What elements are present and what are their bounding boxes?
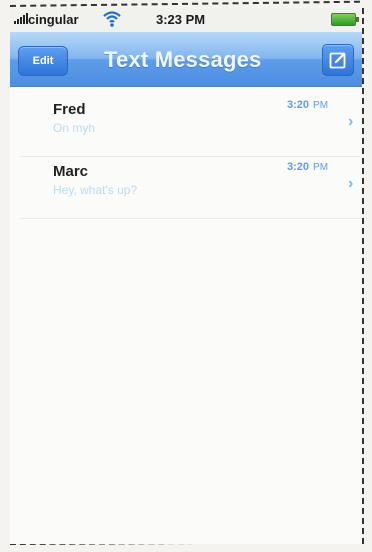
phone-screen: cingular 3:23 PM Edit Text Messages Fred… <box>10 8 362 544</box>
screenshot-border-right <box>362 8 364 544</box>
message-sender: Fred <box>53 101 86 118</box>
message-time: 3:20 PM <box>287 161 328 173</box>
chevron-right-icon: › <box>348 175 354 192</box>
navigation-bar: Edit Text Messages <box>10 32 362 87</box>
message-preview: On myh <box>53 121 96 135</box>
compose-icon <box>329 52 346 69</box>
compose-button[interactable] <box>322 44 354 76</box>
wifi-icon <box>103 11 121 27</box>
status-bar: cingular 3:23 PM <box>10 8 362 32</box>
message-list: Fred On myh 3:20 PM › Marc Hey, what's up… <box>10 87 362 544</box>
message-time-value: 3:20 <box>287 99 310 111</box>
message-sender: Marc <box>53 163 89 180</box>
message-row[interactable]: Marc Hey, what's up? 3:20 PM › <box>10 153 362 219</box>
screenshot-border-top <box>9 0 360 7</box>
message-time-value: 3:20 <box>287 161 310 173</box>
status-time: 3:23 PM <box>156 12 206 27</box>
battery-icon <box>331 13 359 26</box>
message-time: 3:20 PM <box>287 99 328 111</box>
message-preview: Hey, what's up? <box>53 183 138 197</box>
message-time-period: PM <box>313 162 329 173</box>
edit-button[interactable]: Edit <box>18 46 68 76</box>
row-divider <box>20 218 362 219</box>
message-row[interactable]: Fred On myh 3:20 PM › <box>10 91 362 157</box>
page-title: Text Messages <box>104 47 262 72</box>
chevron-right-icon: › <box>348 113 354 130</box>
message-time-period: PM <box>313 100 329 111</box>
signal-icon <box>14 13 28 24</box>
carrier-label: cingular <box>28 12 79 27</box>
